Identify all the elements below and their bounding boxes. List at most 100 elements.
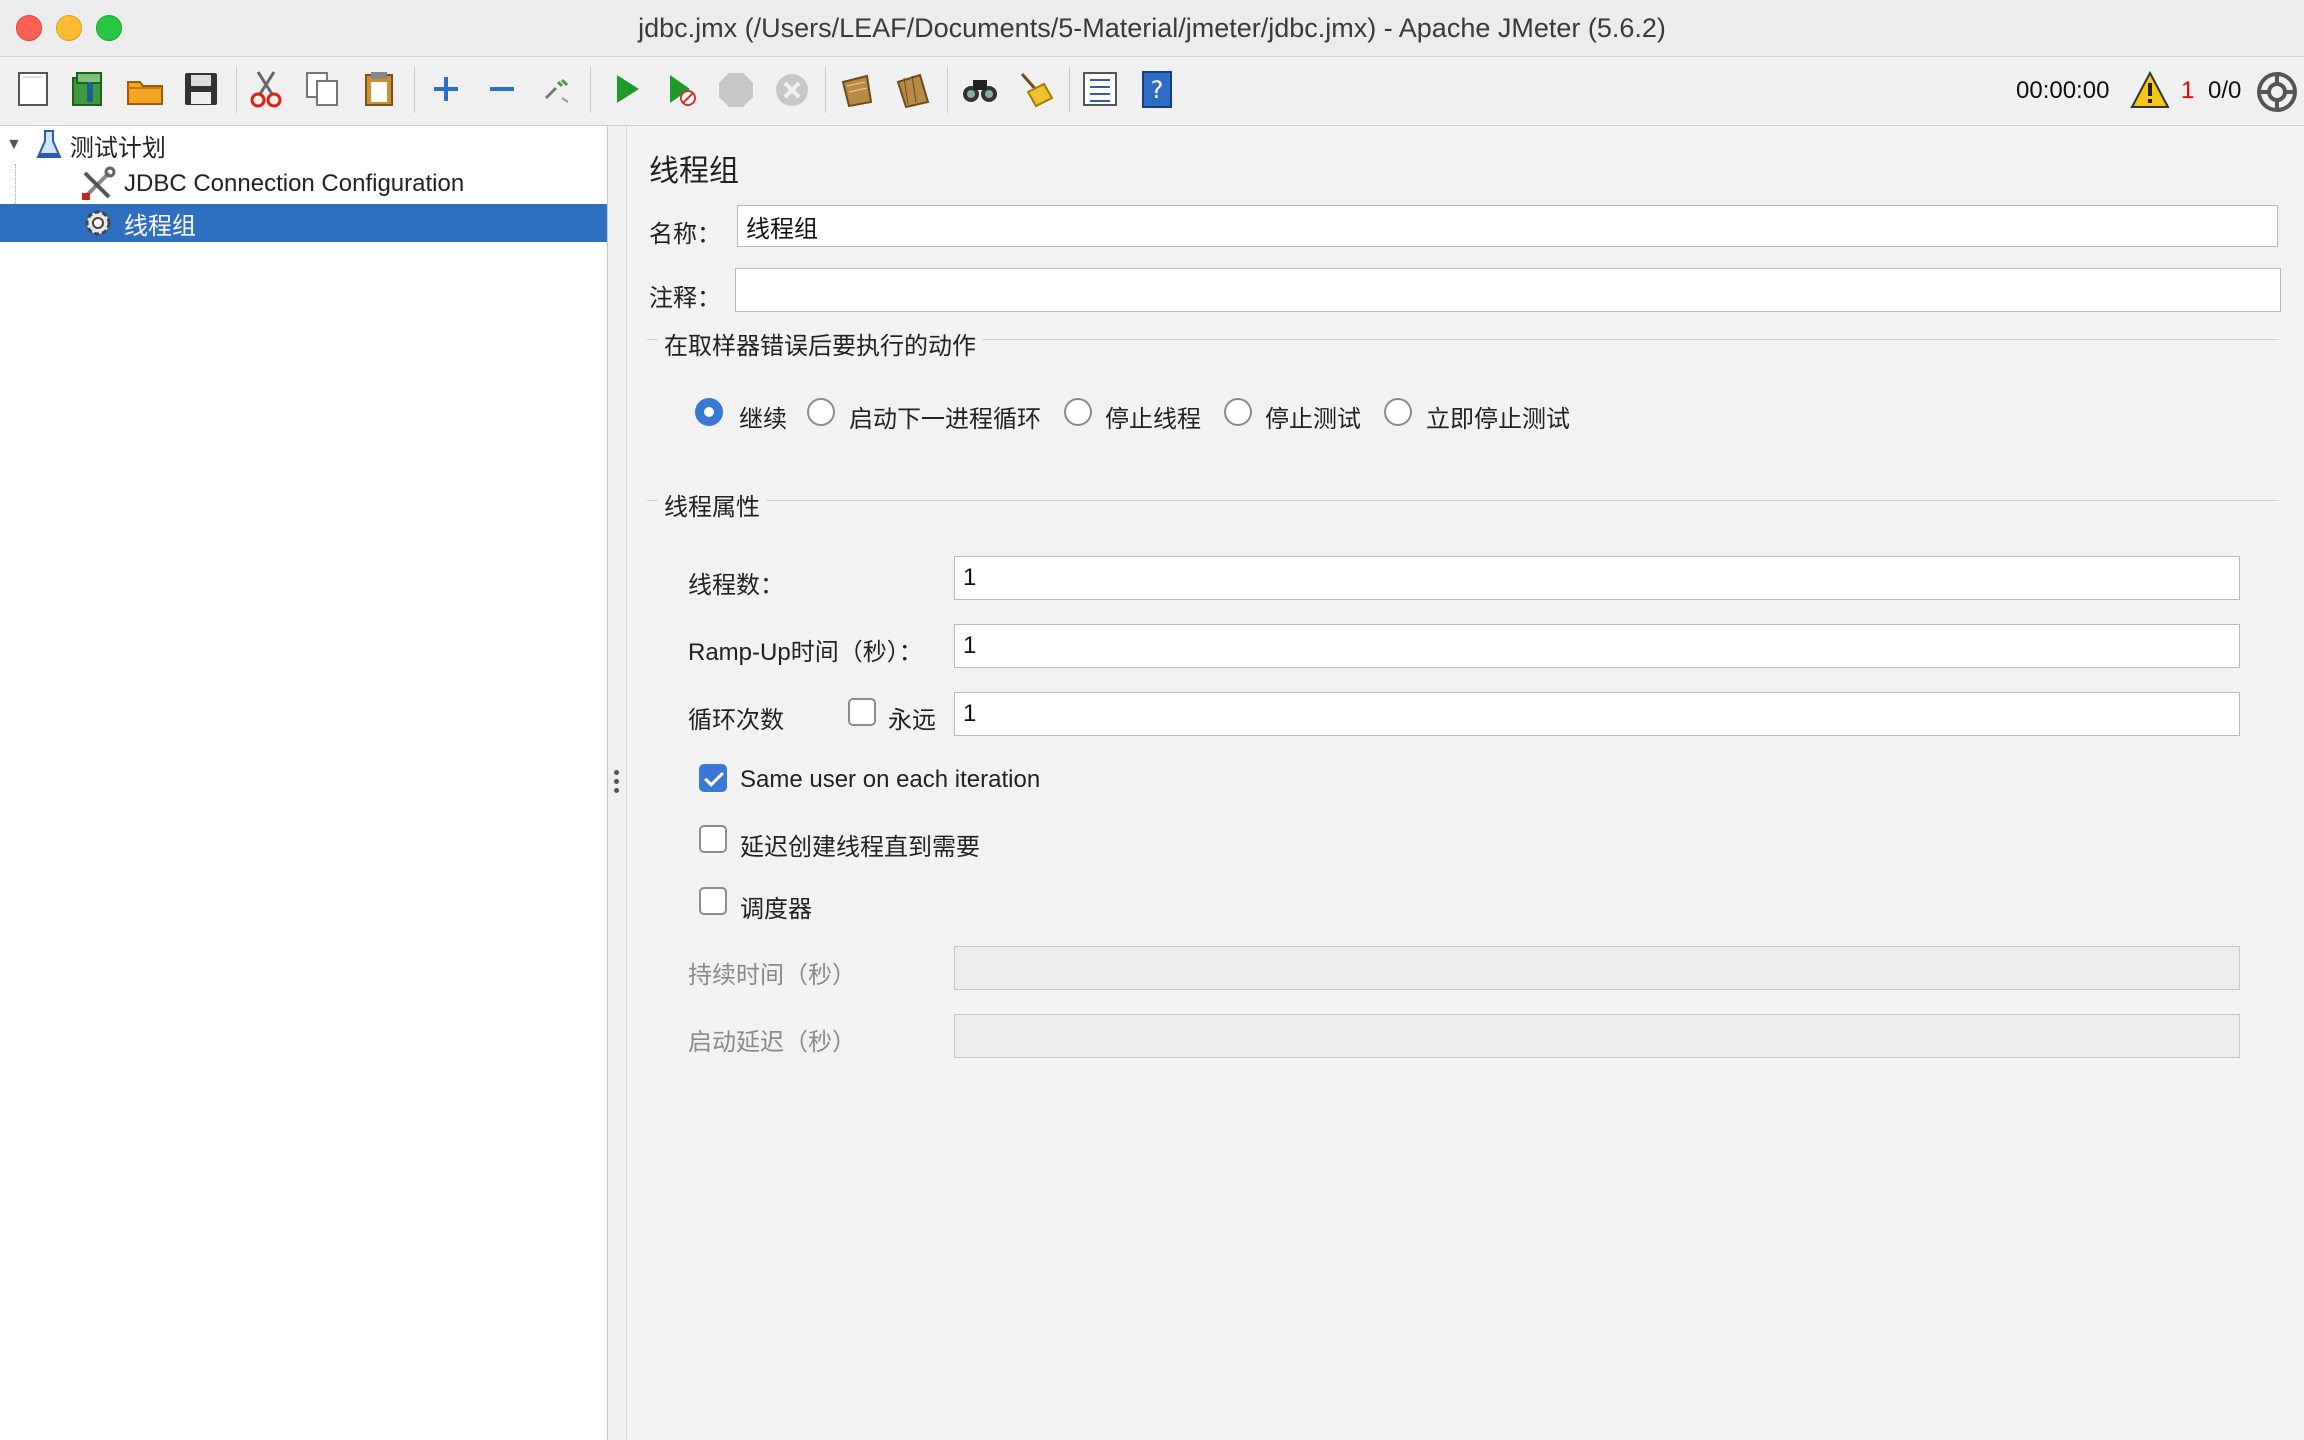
duration-input: [954, 946, 2240, 990]
delay-create-label: 延迟创建线程直到需要: [740, 834, 980, 861]
delay-create-checkbox[interactable]: [699, 825, 727, 853]
error-count[interactable]: 1: [2181, 77, 2194, 105]
clear-all-button[interactable]: [890, 65, 936, 113]
name-label: 名称：: [649, 221, 721, 248]
radio-continue[interactable]: [695, 398, 723, 426]
copy-icon: [306, 72, 338, 106]
config-tools-icon: [82, 166, 116, 200]
collapse-all-button[interactable]: [479, 65, 525, 113]
window-title: jdbc.jmx (/Users/LEAF/Documents/5-Materi…: [638, 12, 1666, 43]
radio-start-next-loop[interactable]: [807, 398, 835, 426]
elapsed-time: 00:00:00: [2016, 77, 2110, 104]
function-helper-icon: [1083, 72, 1117, 106]
minimize-window-button[interactable]: [56, 15, 82, 41]
tree-item-jdbc-config[interactable]: JDBC Connection Configuration: [0, 165, 607, 203]
panel-splitter[interactable]: [608, 126, 627, 1440]
radio-stop-test-now[interactable]: [1384, 398, 1412, 426]
duration-label: 持续时间（秒）: [688, 962, 856, 989]
same-user-label: Same user on each iteration: [740, 766, 1041, 793]
start-no-pauses-button[interactable]: [658, 65, 704, 113]
collapse-icon: [490, 87, 514, 91]
svg-text:?: ?: [1151, 76, 1164, 104]
stop-button[interactable]: [713, 65, 759, 113]
test-plan-flask-icon: [36, 130, 62, 158]
active-threads-count: 0/0: [2208, 77, 2242, 104]
toolbar: ? 00:00:00 1 0/0: [0, 57, 2304, 126]
zoom-window-button[interactable]: [96, 15, 122, 41]
scheduler-label: 调度器: [740, 896, 812, 923]
window-controls: [16, 15, 122, 41]
save-icon: [185, 73, 217, 105]
tree-item-label: 测试计划: [69, 134, 166, 162]
copy-button[interactable]: [300, 65, 346, 113]
reset-search-button[interactable]: [1012, 65, 1058, 113]
loop-count-input[interactable]: [954, 692, 2240, 736]
templates-icon: [72, 72, 102, 106]
thread-props-section-title: 线程属性: [658, 487, 766, 522]
paste-button[interactable]: [357, 65, 403, 113]
new-icon: [18, 72, 48, 106]
cut-button[interactable]: [243, 65, 289, 113]
open-button[interactable]: [122, 65, 168, 113]
shutdown-icon: [776, 74, 808, 106]
collapse-arrow-icon[interactable]: ▼: [6, 136, 22, 154]
clear-button[interactable]: [833, 65, 879, 113]
startup-delay-label: 启动延迟（秒）: [688, 1029, 856, 1056]
comment-input[interactable]: [735, 268, 2281, 312]
search-button[interactable]: [957, 65, 1003, 113]
name-input[interactable]: [737, 205, 2278, 247]
rampup-label: Ramp-Up时间（秒）：: [688, 639, 923, 666]
tree-item-test-plan[interactable]: ▼ 测试计划: [0, 126, 607, 164]
forever-label: 永远: [888, 707, 936, 734]
radio-stop-test[interactable]: [1224, 398, 1252, 426]
cut-icon: [250, 71, 282, 108]
thread-group-panel: 线程组 名称： 注释： 在取样器错误后要执行的动作 继续 启动下一进程循环 停止…: [627, 126, 2304, 1440]
jmeter-window: jdbc.jmx (/Users/LEAF/Documents/5-Materi…: [0, 0, 2304, 1440]
threads-label: 线程数：: [688, 572, 784, 599]
test-plan-tree: ▼ 测试计划 JDBC Connection Configuration 线程组: [0, 126, 608, 1440]
tree-item-label: JDBC Connection Configuration: [124, 170, 465, 197]
toggle-button[interactable]: [534, 65, 580, 113]
open-icon: [127, 81, 163, 105]
forever-checkbox[interactable]: [848, 698, 876, 726]
templates-button[interactable]: [65, 65, 111, 113]
startup-delay-input: [954, 1014, 2240, 1058]
clear-icon: [841, 74, 873, 108]
rampup-input[interactable]: [954, 624, 2240, 668]
shutdown-button[interactable]: [769, 65, 815, 113]
page-title: 线程组: [649, 155, 739, 188]
start-no-pauses-icon: [670, 75, 696, 106]
radio-start-next-loop-label: 启动下一进程循环: [849, 406, 1041, 433]
clear-all-icon: [896, 73, 930, 109]
search-icon: [963, 80, 997, 102]
comment-label: 注释：: [649, 285, 721, 312]
radio-stop-test-label: 停止测试: [1265, 406, 1361, 433]
expand-all-button[interactable]: [423, 65, 469, 113]
stop-icon: [719, 73, 753, 107]
new-button[interactable]: [10, 65, 56, 113]
radio-stop-thread[interactable]: [1064, 398, 1092, 426]
start-button[interactable]: [603, 65, 649, 113]
expand-icon: [434, 77, 458, 101]
scheduler-checkbox[interactable]: [699, 887, 727, 915]
thread-group-gear-icon: [85, 210, 111, 236]
warning-icon[interactable]: [2130, 71, 2170, 109]
radio-stop-test-now-label: 立即停止测试: [1426, 406, 1570, 433]
radio-continue-label: 继续: [739, 406, 787, 433]
tree-item-thread-group[interactable]: 线程组: [0, 204, 607, 242]
reset-search-icon: [1020, 73, 1054, 108]
help-button[interactable]: ?: [1134, 65, 1180, 113]
paste-icon: [365, 72, 393, 106]
function-helper-button[interactable]: [1077, 65, 1123, 113]
error-action-section-title: 在取样器错误后要执行的动作: [658, 326, 982, 361]
toggle-icon: [544, 78, 569, 103]
title-bar: jdbc.jmx (/Users/LEAF/Documents/5-Materi…: [0, 0, 2304, 57]
help-icon: ?: [1142, 71, 1172, 108]
close-window-button[interactable]: [16, 15, 42, 41]
start-icon: [617, 75, 639, 103]
remote-status-icon: [2257, 72, 2297, 112]
tree-item-label: 线程组: [124, 212, 196, 240]
same-user-checkbox[interactable]: [699, 764, 727, 792]
save-button[interactable]: [178, 65, 224, 113]
threads-input[interactable]: [954, 556, 2240, 600]
